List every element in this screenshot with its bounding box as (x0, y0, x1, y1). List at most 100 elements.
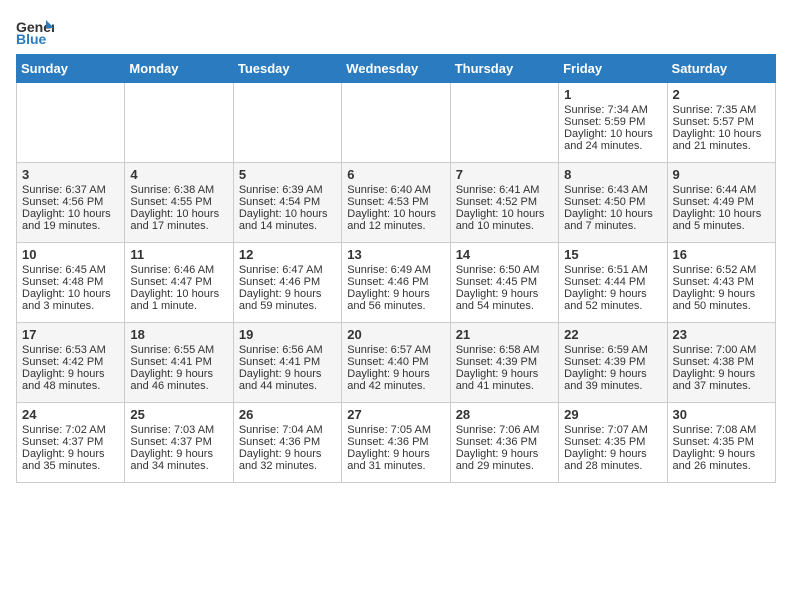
day-info-line: Sunset: 4:47 PM (130, 276, 227, 288)
day-info-line: Sunrise: 6:37 AM (22, 184, 119, 196)
day-number: 1 (564, 87, 661, 102)
day-info-line: Sunrise: 7:05 AM (347, 424, 444, 436)
day-info-line: Sunrise: 6:45 AM (22, 264, 119, 276)
day-number: 26 (239, 407, 336, 422)
day-info-line: Sunset: 5:57 PM (673, 116, 770, 128)
day-info-line: Sunrise: 6:43 AM (564, 184, 661, 196)
day-number: 18 (130, 327, 227, 342)
calendar-cell: 19Sunrise: 6:56 AMSunset: 4:41 PMDayligh… (233, 323, 341, 403)
day-info-line: Sunset: 4:36 PM (239, 436, 336, 448)
calendar-cell (342, 83, 450, 163)
day-info-line: Sunrise: 7:02 AM (22, 424, 119, 436)
day-info-line: Daylight: 10 hours and 3 minutes. (22, 288, 119, 312)
day-info-line: Sunset: 5:59 PM (564, 116, 661, 128)
day-info-line: Daylight: 9 hours and 54 minutes. (456, 288, 553, 312)
day-info-line: Daylight: 9 hours and 42 minutes. (347, 368, 444, 392)
day-info-line: Sunset: 4:46 PM (239, 276, 336, 288)
calendar-header-cell: Thursday (450, 55, 558, 83)
day-info-line: Sunrise: 6:39 AM (239, 184, 336, 196)
day-info-line: Daylight: 9 hours and 56 minutes. (347, 288, 444, 312)
day-number: 29 (564, 407, 661, 422)
calendar-cell: 11Sunrise: 6:46 AMSunset: 4:47 PMDayligh… (125, 243, 233, 323)
calendar-body: 1Sunrise: 7:34 AMSunset: 5:59 PMDaylight… (17, 83, 776, 483)
day-info-line: Sunset: 4:35 PM (673, 436, 770, 448)
calendar-cell: 4Sunrise: 6:38 AMSunset: 4:55 PMDaylight… (125, 163, 233, 243)
day-info-line: Sunset: 4:54 PM (239, 196, 336, 208)
day-info-line: Daylight: 9 hours and 39 minutes. (564, 368, 661, 392)
day-info-line: Daylight: 10 hours and 19 minutes. (22, 208, 119, 232)
day-info-line: Daylight: 10 hours and 1 minute. (130, 288, 227, 312)
day-info-line: Sunrise: 6:57 AM (347, 344, 444, 356)
calendar-cell: 17Sunrise: 6:53 AMSunset: 4:42 PMDayligh… (17, 323, 125, 403)
day-number: 14 (456, 247, 553, 262)
day-info-line: Sunset: 4:37 PM (130, 436, 227, 448)
calendar-cell (233, 83, 341, 163)
calendar-cell: 26Sunrise: 7:04 AMSunset: 4:36 PMDayligh… (233, 403, 341, 483)
calendar-cell: 29Sunrise: 7:07 AMSunset: 4:35 PMDayligh… (559, 403, 667, 483)
day-info-line: Sunset: 4:45 PM (456, 276, 553, 288)
day-info-line: Sunrise: 6:52 AM (673, 264, 770, 276)
day-info-line: Daylight: 9 hours and 31 minutes. (347, 448, 444, 472)
day-info-line: Daylight: 9 hours and 48 minutes. (22, 368, 119, 392)
day-info-line: Daylight: 9 hours and 26 minutes. (673, 448, 770, 472)
calendar-week-row: 17Sunrise: 6:53 AMSunset: 4:42 PMDayligh… (17, 323, 776, 403)
calendar-cell: 24Sunrise: 7:02 AMSunset: 4:37 PMDayligh… (17, 403, 125, 483)
day-info-line: Daylight: 9 hours and 28 minutes. (564, 448, 661, 472)
calendar-header-cell: Sunday (17, 55, 125, 83)
day-info-line: Sunrise: 6:53 AM (22, 344, 119, 356)
day-info-line: Sunrise: 7:08 AM (673, 424, 770, 436)
day-number: 23 (673, 327, 770, 342)
calendar-cell: 6Sunrise: 6:40 AMSunset: 4:53 PMDaylight… (342, 163, 450, 243)
calendar-cell: 18 Sunrise: 6:55 AMSunset: 4:41 PMDayligh… (125, 323, 233, 403)
day-number: 2 (673, 87, 770, 102)
calendar-week-row: 3Sunrise: 6:37 AMSunset: 4:56 PMDaylight… (17, 163, 776, 243)
calendar-header-cell: Tuesday (233, 55, 341, 83)
day-info-line: Sunrise: 6:59 AM (564, 344, 661, 356)
day-info-line: Sunset: 4:50 PM (564, 196, 661, 208)
day-number: 27 (347, 407, 444, 422)
day-info-line: Sunset: 4:40 PM (347, 356, 444, 368)
calendar-header-cell: Saturday (667, 55, 775, 83)
day-number: 3 (22, 167, 119, 182)
calendar-cell: 16Sunrise: 6:52 AMSunset: 4:43 PMDayligh… (667, 243, 775, 323)
day-info-line: Sunset: 4:53 PM (347, 196, 444, 208)
day-info-line: Sunset: 4:44 PM (564, 276, 661, 288)
svg-text:Blue: Blue (16, 31, 47, 46)
day-info-line: Sunrise: 7:07 AM (564, 424, 661, 436)
day-info-line: Sunset: 4:38 PM (673, 356, 770, 368)
day-info-line: Daylight: 9 hours and 46 minutes. (130, 368, 227, 392)
calendar-cell: 3 Sunrise: 6:37 AMSunset: 4:56 PMDaylight… (17, 163, 125, 243)
day-info-line: Sunrise: 6:51 AM (564, 264, 661, 276)
calendar-header-cell: Wednesday (342, 55, 450, 83)
calendar-cell: 12Sunrise: 6:47 AMSunset: 4:46 PMDayligh… (233, 243, 341, 323)
day-info-line: Sunset: 4:36 PM (456, 436, 553, 448)
calendar-cell: 1Sunrise: 7:34 AMSunset: 5:59 PMDaylight… (559, 83, 667, 163)
calendar-table: SundayMondayTuesdayWednesdayThursdayFrid… (16, 54, 776, 483)
day-number: 21 (456, 327, 553, 342)
day-info-line: Daylight: 9 hours and 41 minutes. (456, 368, 553, 392)
day-info-line: Daylight: 10 hours and 21 minutes. (673, 128, 770, 152)
day-info-line: Sunrise: 6:40 AM (347, 184, 444, 196)
calendar-cell: 8Sunrise: 6:43 AMSunset: 4:50 PMDaylight… (559, 163, 667, 243)
calendar-cell (125, 83, 233, 163)
calendar-cell: 9Sunrise: 6:44 AMSunset: 4:49 PMDaylight… (667, 163, 775, 243)
day-number: 22 (564, 327, 661, 342)
day-number: 16 (673, 247, 770, 262)
day-info-line: Daylight: 10 hours and 7 minutes. (564, 208, 661, 232)
day-info-line: Sunrise: 6:55 AM (130, 344, 227, 356)
day-info-line: Sunset: 4:41 PM (130, 356, 227, 368)
day-info-line: Daylight: 9 hours and 35 minutes. (22, 448, 119, 472)
day-info-line: Daylight: 10 hours and 24 minutes. (564, 128, 661, 152)
day-number: 12 (239, 247, 336, 262)
day-info-line: Sunset: 4:37 PM (22, 436, 119, 448)
calendar-cell: 28Sunrise: 7:06 AMSunset: 4:36 PMDayligh… (450, 403, 558, 483)
calendar-cell: 21Sunrise: 6:58 AMSunset: 4:39 PMDayligh… (450, 323, 558, 403)
day-info-line: Sunset: 4:52 PM (456, 196, 553, 208)
day-info-line: Sunset: 4:43 PM (673, 276, 770, 288)
logo-icon: General Blue (16, 16, 54, 46)
calendar-cell: 30Sunrise: 7:08 AMSunset: 4:35 PMDayligh… (667, 403, 775, 483)
day-number: 20 (347, 327, 444, 342)
calendar-cell: 27Sunrise: 7:05 AMSunset: 4:36 PMDayligh… (342, 403, 450, 483)
day-info-line: Sunset: 4:56 PM (22, 196, 119, 208)
page-header: General Blue (16, 16, 776, 46)
